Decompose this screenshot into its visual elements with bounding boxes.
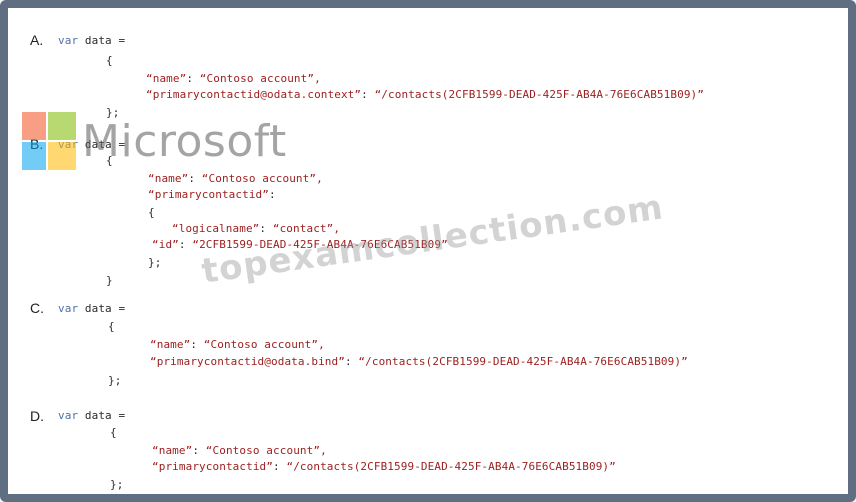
separator: :: [192, 444, 206, 457]
option-c-declaration: var data =: [58, 302, 125, 315]
name-value: “Contoso account”,: [205, 444, 327, 457]
contact-property-line: “primarycontactid”: “/contacts(2CFB1599-…: [152, 460, 616, 473]
contact-key: “primarycontactid”: [148, 188, 270, 201]
separator: :: [344, 355, 359, 368]
open-brace: {: [110, 426, 117, 439]
logicalname-property-line: “logicalname”: “contact”,: [172, 222, 340, 235]
image-frame: A. var data = { “name”: “Contoso account…: [0, 0, 856, 502]
separator: :: [273, 460, 287, 473]
contact-property-line: “primarycontactid@odata.bind”: “/contact…: [150, 355, 688, 368]
contact-value: “/contacts(2CFB1599-DEAD-425F-AB4A-76E6C…: [374, 88, 704, 101]
id-key: “id”: [152, 238, 179, 251]
separator: :: [188, 172, 202, 185]
microsoft-logo-icon: [22, 112, 78, 172]
separator: :: [186, 72, 200, 85]
name-key: “name”: [146, 72, 187, 85]
logicalname-key: “logicalname”: [172, 222, 260, 235]
inner-close-brace: };: [148, 256, 162, 269]
name-key: “name”: [150, 338, 191, 351]
option-d-letter: D.: [30, 408, 44, 424]
name-value: “Contoso account”,: [199, 72, 321, 85]
var-keyword: var: [58, 34, 79, 47]
open-brace: {: [106, 54, 113, 67]
close-brace: }: [106, 274, 113, 287]
close-brace: };: [110, 478, 124, 491]
var-keyword: var: [58, 409, 79, 422]
name-value: “Contoso account”,: [203, 338, 325, 351]
name-property-line: “name”: “Contoso account”,: [150, 338, 325, 351]
name-key: “name”: [152, 444, 193, 457]
contact-value: “/contacts(2CFB1599-DEAD-425F-AB4A-76E6C…: [358, 355, 688, 368]
contact-property-line: “primarycontactid”:: [148, 188, 276, 201]
separator: :: [269, 188, 276, 201]
microsoft-watermark: Microsoft: [82, 116, 287, 167]
separator: :: [190, 338, 204, 351]
separator: :: [178, 238, 193, 251]
separator: :: [361, 88, 375, 101]
name-property-line: “name”: “Contoso account”,: [152, 444, 327, 457]
var-keyword: var: [58, 302, 79, 315]
name-value: “Contoso account”,: [201, 172, 323, 185]
option-a-declaration: var data =: [58, 34, 125, 47]
name-property-line: “name”: “Contoso account”,: [148, 172, 323, 185]
contact-property-line: “primarycontactid@odata.context”: “/cont…: [146, 88, 704, 101]
contact-key: “primarycontactid”: [152, 460, 274, 473]
close-brace: };: [108, 374, 122, 387]
declaration-text: data =: [78, 34, 126, 47]
code-options-panel: A. var data = { “name”: “Contoso account…: [22, 24, 848, 494]
inner-open-brace: {: [148, 206, 155, 219]
separator: :: [259, 222, 273, 235]
name-key: “name”: [148, 172, 189, 185]
declaration-text: data =: [78, 302, 126, 315]
name-property-line: “name”: “Contoso account”,: [146, 72, 321, 85]
contact-key: “primarycontactid@odata.context”: [146, 88, 362, 101]
option-a-letter: A.: [30, 32, 44, 48]
contact-key: “primarycontactid@odata.bind”: [150, 355, 345, 368]
option-c-letter: C.: [30, 300, 44, 316]
open-brace: {: [108, 320, 115, 333]
declaration-text: data =: [78, 409, 126, 422]
option-d-declaration: var data =: [58, 409, 125, 422]
contact-value: “/contacts(2CFB1599-DEAD-425F-AB4A-76E6C…: [286, 460, 616, 473]
